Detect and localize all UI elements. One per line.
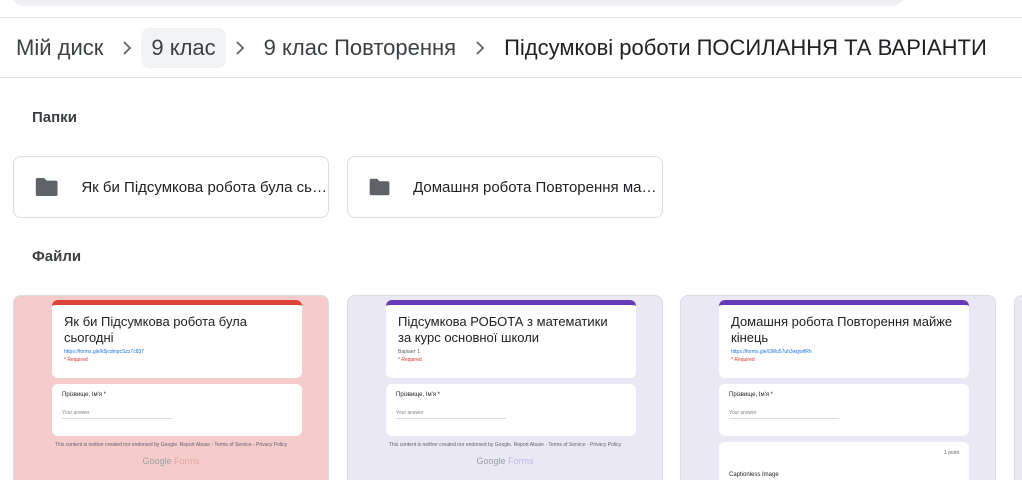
form-title: Домашня робота Повторення майже кінець — [731, 314, 953, 345]
required-note: * Required — [64, 357, 88, 363]
required-note: * Required — [731, 357, 755, 363]
answer-placeholder: Your answer — [62, 410, 172, 419]
question-label: Прізвище, Ім'я * — [396, 392, 441, 398]
folder-icon — [35, 177, 58, 197]
folder-icon — [369, 178, 390, 196]
breadcrumb-item-9-class[interactable]: 9 клас — [141, 27, 226, 68]
form-variant: Варіант 1 — [398, 349, 421, 355]
form-footer: This content is neither created nor endo… — [388, 442, 622, 448]
form-preview-header: Підсумкова РОБОТА з математики за курс о… — [386, 300, 636, 378]
form-footer: This content is neither created nor endo… — [54, 442, 288, 448]
question-label: Прізвище, Ім'я * — [729, 392, 774, 398]
breadcrumb-item-current-folder[interactable]: Підсумкові роботи ПОСИЛАННЯ ТА ВАРІАНТИ — [494, 28, 997, 68]
folder-name: Як би Підсумкова робота була сьогодні — [81, 178, 328, 196]
folders-section-title: Папки — [32, 109, 77, 126]
chevron-right-icon — [468, 36, 492, 60]
form-image-question: 1 point Captionless Image — [719, 442, 969, 480]
form-title: Підсумкова РОБОТА з математики за курс о… — [398, 314, 608, 345]
breadcrumb: Мій диск 9 клас 9 клас Повторення Підсум… — [0, 18, 1022, 78]
google-forms-logo: Google Forms — [476, 456, 534, 466]
answer-placeholder: Your answer — [729, 410, 839, 419]
form-link: https://forms.gle/i3Mu57uh3wgwifRh — [731, 349, 812, 355]
form-preview-header: Домашня робота Повторення майже кінець h… — [719, 300, 969, 378]
breadcrumb-item-my-drive[interactable]: Мій диск — [6, 28, 113, 68]
form-title: Як би Підсумкова робота була сьогодні — [64, 314, 247, 345]
file-card[interactable]: Домашня робота Повторення майже кінець h… — [680, 295, 996, 480]
breadcrumb-item-9-class-review[interactable]: 9 клас Повторення — [254, 28, 466, 68]
folder-item[interactable]: Як би Підсумкова робота була сьогодні — [13, 156, 329, 218]
form-link: https://forms.gle/k5jcdmpcSzz7c837 — [64, 349, 145, 355]
search-bar[interactable] — [10, 0, 906, 6]
google-forms-logo: Google Forms — [142, 456, 200, 466]
answer-placeholder: Your answer — [396, 410, 506, 419]
question-label: Прізвище, Ім'я * — [62, 392, 107, 398]
file-card-partial[interactable] — [1014, 295, 1022, 480]
required-note: * Required — [398, 357, 422, 363]
folder-name: Домашня робота Повторення майже кінець — [413, 178, 662, 196]
form-question: Прізвище, Ім'я * Your answer — [52, 384, 302, 436]
form-question: Прізвище, Ім'я * Your answer — [386, 384, 636, 436]
points-label: 1 point — [943, 450, 959, 456]
top-bar — [0, 0, 1022, 18]
chevron-right-icon — [228, 36, 252, 60]
folder-item[interactable]: Домашня робота Повторення майже кінець — [347, 156, 663, 218]
form-preview-header: Як би Підсумкова робота була сьогодні ht… — [52, 300, 302, 378]
chevron-right-icon — [115, 36, 139, 60]
file-card[interactable]: Підсумкова РОБОТА з математики за курс о… — [347, 295, 663, 480]
form-question: Прізвище, Ім'я * Your answer — [719, 384, 969, 436]
files-section-title: Файли — [32, 248, 82, 265]
file-card[interactable]: Як би Підсумкова робота була сьогодні ht… — [13, 295, 329, 480]
image-placeholder: Captionless Image — [729, 472, 779, 478]
